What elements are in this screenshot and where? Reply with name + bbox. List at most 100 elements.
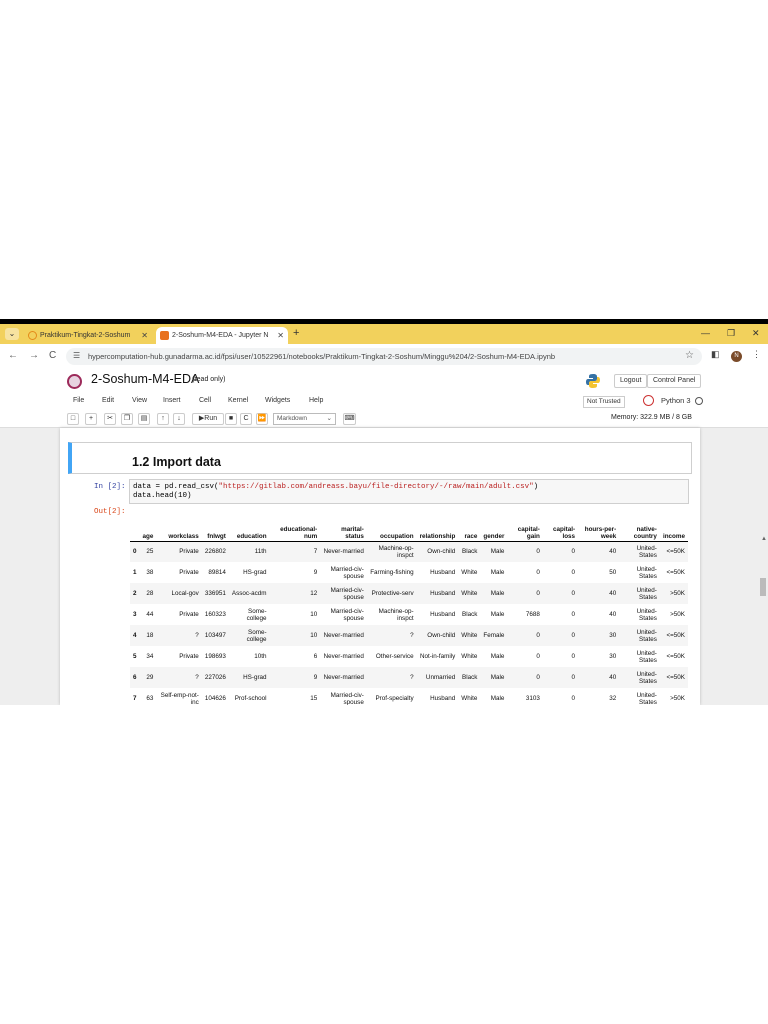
paste-icon[interactable]: ▤ xyxy=(138,413,150,425)
table-cell: HS-grad xyxy=(228,667,270,688)
column-header: race xyxy=(458,514,481,542)
site-info-icon[interactable]: ☰ xyxy=(73,351,80,360)
table-cell: 227026 xyxy=(201,667,229,688)
table-row: 0 25 Private 226802 11th 7 Never-married Machin… xyxy=(130,541,688,562)
cell-type-select[interactable]: Markdown ⌄ xyxy=(273,413,336,425)
table-cell: Never-married xyxy=(320,667,367,688)
sidepanel-icon[interactable]: ◧ xyxy=(711,349,720,360)
control-panel-button[interactable]: Control Panel xyxy=(647,374,702,388)
table-cell: White xyxy=(458,625,481,646)
table-cell: Prof-specialty xyxy=(375,695,414,702)
table-cell: United-States xyxy=(619,583,660,604)
insert-cell-plus-icon[interactable]: + xyxy=(85,413,97,425)
address-bar[interactable]: ☰ hypercomputation-hub.gunadarma.ac.id/f… xyxy=(66,348,702,365)
tab-jupyter[interactable]: 2-Soshum-M4-EDA - Jupyter N ✕ xyxy=(156,327,288,344)
menu-file[interactable]: File xyxy=(73,397,84,404)
table-cell: <=50K xyxy=(659,541,688,562)
table-cell: Some-college xyxy=(246,607,267,622)
table-cell: 10th xyxy=(254,653,267,660)
close-icon[interactable]: ✕ xyxy=(141,327,148,344)
table-cell: 12 xyxy=(269,583,321,604)
table-cell: Married-civ-spouse xyxy=(320,583,367,604)
column-header: age xyxy=(139,514,157,542)
table-cell: United-States xyxy=(636,649,657,664)
menu-cell[interactable]: Cell xyxy=(199,397,211,404)
reload-icon[interactable]: C xyxy=(49,350,56,361)
table-cell: 30 xyxy=(578,625,620,646)
kernel-name[interactable]: Python 3 xyxy=(661,396,691,405)
table-cell: >50K xyxy=(670,695,685,702)
cut-icon[interactable]: ✂ xyxy=(104,413,116,425)
table-cell: <=50K xyxy=(666,653,685,660)
table-row: 7 63 Self-emp-not-inc 104626 Prof-school 15 Ma… xyxy=(130,688,688,706)
trust-status-button[interactable]: Not Trusted xyxy=(583,396,625,408)
table-cell: Assoc-acdm xyxy=(228,583,270,604)
table-cell: Black xyxy=(458,541,481,562)
window-close-icon[interactable]: ✕ xyxy=(752,328,760,339)
table-cell: 10 xyxy=(310,611,318,618)
bookmark-star-icon[interactable]: ☆ xyxy=(685,350,694,361)
scroll-up-arrow-icon[interactable]: ▲ xyxy=(761,536,767,542)
table-cell: 40 xyxy=(609,611,617,618)
maximize-icon[interactable]: ❐ xyxy=(727,328,735,339)
command-palette-keyboard-icon[interactable]: ⌨ xyxy=(343,413,356,425)
menu-kernel[interactable]: Kernel xyxy=(228,397,248,404)
code-string: "https://gitlab.com/andreass.bayu/file-d… xyxy=(218,483,534,491)
minimize-icon[interactable]: — xyxy=(701,328,710,338)
table-cell: 0 xyxy=(542,667,579,688)
menu-view[interactable]: View xyxy=(132,397,147,404)
restart-icon[interactable]: C xyxy=(240,413,252,425)
table-cell: ? xyxy=(156,667,202,688)
menu-edit[interactable]: Edit xyxy=(102,397,114,404)
stop-icon[interactable]: ■ xyxy=(225,413,237,425)
notebook-area[interactable]: 1.2 Import data In [2]: data = pd.read_c… xyxy=(0,428,768,705)
menu-help[interactable]: Help xyxy=(309,397,323,404)
table-cell: Private xyxy=(156,541,202,562)
back-arrow-icon[interactable]: ← xyxy=(8,350,18,361)
table-cell: 0 xyxy=(536,569,540,576)
notebook-name[interactable]: 2-Soshum-M4-EDA xyxy=(91,372,199,386)
markdown-cell-selected[interactable]: 1.2 Import data xyxy=(68,442,692,474)
kebab-menu-icon[interactable]: ⋮ xyxy=(752,349,761,360)
table-row: 5 34 Private 198693 10th 6 Never-married Other-… xyxy=(130,646,688,667)
table-cell: Never-married xyxy=(323,653,364,660)
run-button[interactable]: ▶Run xyxy=(192,413,224,425)
table-cell: Private xyxy=(179,653,199,660)
tab-search-chevron-icon[interactable]: ⌄ xyxy=(5,328,19,340)
forward-arrow-icon[interactable]: → xyxy=(29,350,39,361)
code-cell-input[interactable]: data = pd.read_csv("https://gitlab.com/a… xyxy=(129,479,689,504)
move-down-arrow-icon[interactable]: ↓ xyxy=(173,413,185,425)
tab-praktikum[interactable]: Praktikum-Tingkat-2-Soshum ✕ xyxy=(24,327,152,344)
row-index: 2 xyxy=(130,583,140,604)
copy-icon[interactable]: ❐ xyxy=(121,413,133,425)
save-icon[interactable]: □ xyxy=(67,413,79,425)
section-heading: 1.2 Import data xyxy=(132,455,221,469)
table-cell: Husband xyxy=(430,695,456,702)
column-header: marital-status xyxy=(320,514,367,542)
table-cell: Prof-school xyxy=(234,695,267,702)
logout-button[interactable]: Logout xyxy=(614,374,648,388)
table-cell: White xyxy=(461,653,478,660)
table-body: 0 25 Private 226802 11th 7 Never-married Machin… xyxy=(130,541,688,705)
table-cell: 0 xyxy=(571,653,576,660)
new-tab-plus-icon[interactable]: + xyxy=(293,327,299,339)
table-cell: United-States xyxy=(636,565,657,580)
row-index: 7 xyxy=(133,695,137,702)
memory-usage: Memory: 322.9 MB / 8 GB xyxy=(611,414,692,421)
table-cell: 34 xyxy=(146,653,154,660)
column-header: native-country xyxy=(619,514,660,542)
menu-insert[interactable]: Insert xyxy=(163,397,181,404)
table-cell: Male xyxy=(490,653,505,660)
table-cell: 30 xyxy=(609,653,617,660)
column-header: capital-gain xyxy=(507,514,543,542)
close-icon[interactable]: ✕ xyxy=(277,327,284,344)
column-header: education xyxy=(228,514,270,542)
menu-widgets[interactable]: Widgets xyxy=(265,397,290,404)
restart-run-all-icon[interactable]: ⏩ xyxy=(256,413,268,425)
column-header xyxy=(130,514,140,542)
university-logo-icon[interactable] xyxy=(67,374,82,389)
table-cell: White xyxy=(461,569,478,576)
move-up-arrow-icon[interactable]: ↑ xyxy=(157,413,169,425)
profile-avatar[interactable]: N xyxy=(731,351,742,362)
scrollbar-thumb[interactable] xyxy=(760,578,766,596)
